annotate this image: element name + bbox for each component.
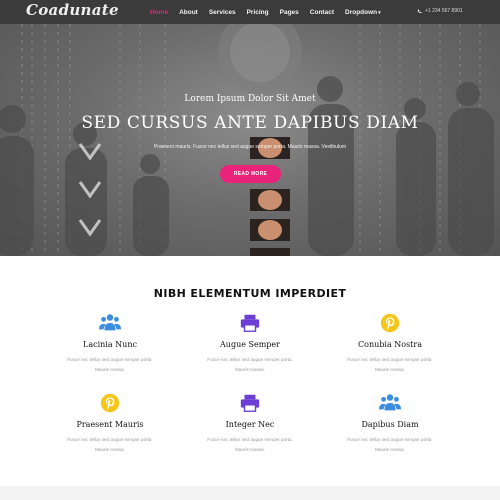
- nav-item-home[interactable]: Home: [150, 9, 168, 16]
- users-icon[interactable]: [379, 392, 401, 414]
- feature-card: Integer Nec Fusce nec tellus sed augue s…: [175, 392, 325, 455]
- feature-description: Fusce nec tellus sed augue semper porta.…: [67, 357, 153, 372]
- contact-phone: +1 234 567 8901: [417, 8, 463, 14]
- feature-description: Fusce nec tellus sed augue semper porta.…: [347, 437, 433, 452]
- hero-subtitle: Lorem Ipsum Dolor Sit Amet: [184, 94, 316, 104]
- hero-background-image: [0, 24, 494, 256]
- site-logo[interactable]: Coadunate: [26, 1, 119, 19]
- nav-item-dropdown-label: Dropdown: [345, 8, 378, 16]
- feature-title: Integer Nec: [225, 420, 275, 429]
- feature-description: Fusce nec tellus sed augue semper porta.…: [67, 437, 153, 452]
- feature-card: Lacinia Nunc Fusce nec tellus sed augue …: [35, 312, 185, 375]
- phone-icon: [417, 9, 422, 13]
- feature-description: Fusce nec tellus sed augue semper porta.…: [207, 437, 293, 452]
- feature-card: Praesent Mauris Fusce nec tellus sed aug…: [35, 392, 185, 455]
- nav-item-dropdown[interactable]: Dropdown▾: [345, 9, 381, 16]
- printer-icon[interactable]: [239, 392, 261, 414]
- nav-item-pages[interactable]: Pages: [280, 9, 299, 16]
- printer-icon[interactable]: [239, 312, 261, 334]
- read-more-button[interactable]: READ MORE: [220, 165, 281, 183]
- hero-description: Praesent mauris. Fusce nec tellus sed au…: [153, 144, 347, 150]
- feature-title: Dapibus Diam: [361, 420, 419, 429]
- phone-number: +1 234 567 8901: [425, 8, 463, 14]
- top-navbar: Coadunate Home About Services Pricing Pa…: [0, 0, 500, 24]
- pinterest-icon[interactable]: [99, 392, 121, 414]
- feature-card: Conubia Nostra Fusce nec tellus sed augu…: [315, 312, 465, 375]
- nav-item-pricing[interactable]: Pricing: [247, 9, 269, 16]
- nav-item-about[interactable]: About: [179, 9, 198, 16]
- users-icon[interactable]: [99, 312, 121, 334]
- feature-title: Conubia Nostra: [358, 340, 422, 349]
- feature-card: Dapibus Diam Fusce nec tellus sed augue …: [315, 392, 465, 455]
- feature-title: Augue Semper: [220, 340, 280, 349]
- nav-item-contact[interactable]: Contact: [310, 9, 334, 16]
- feature-description: Fusce nec tellus sed augue semper porta.…: [207, 357, 293, 372]
- hero-title: SED CURSUS ANTE DAPIBUS DIAM: [81, 113, 419, 133]
- hero-banner: Lorem Ipsum Dolor Sit Amet SED CURSUS AN…: [0, 24, 500, 256]
- nav-item-services[interactable]: Services: [209, 9, 236, 16]
- pinterest-icon[interactable]: [379, 312, 401, 334]
- chevron-down-icon: ▾: [378, 9, 381, 16]
- feature-title: Lacinia Nunc: [83, 340, 137, 349]
- feature-title: Praesent Mauris: [76, 420, 144, 429]
- features-heading: NIBH ELEMENTUM IMPERDIET: [153, 287, 347, 300]
- feature-card: Augue Semper Fusce nec tellus sed augue …: [175, 312, 325, 375]
- footer-strip: [0, 486, 500, 500]
- main-menu: Home About Services Pricing Pages Contac…: [150, 0, 392, 24]
- feature-description: Fusce nec tellus sed augue semper porta.…: [347, 357, 433, 372]
